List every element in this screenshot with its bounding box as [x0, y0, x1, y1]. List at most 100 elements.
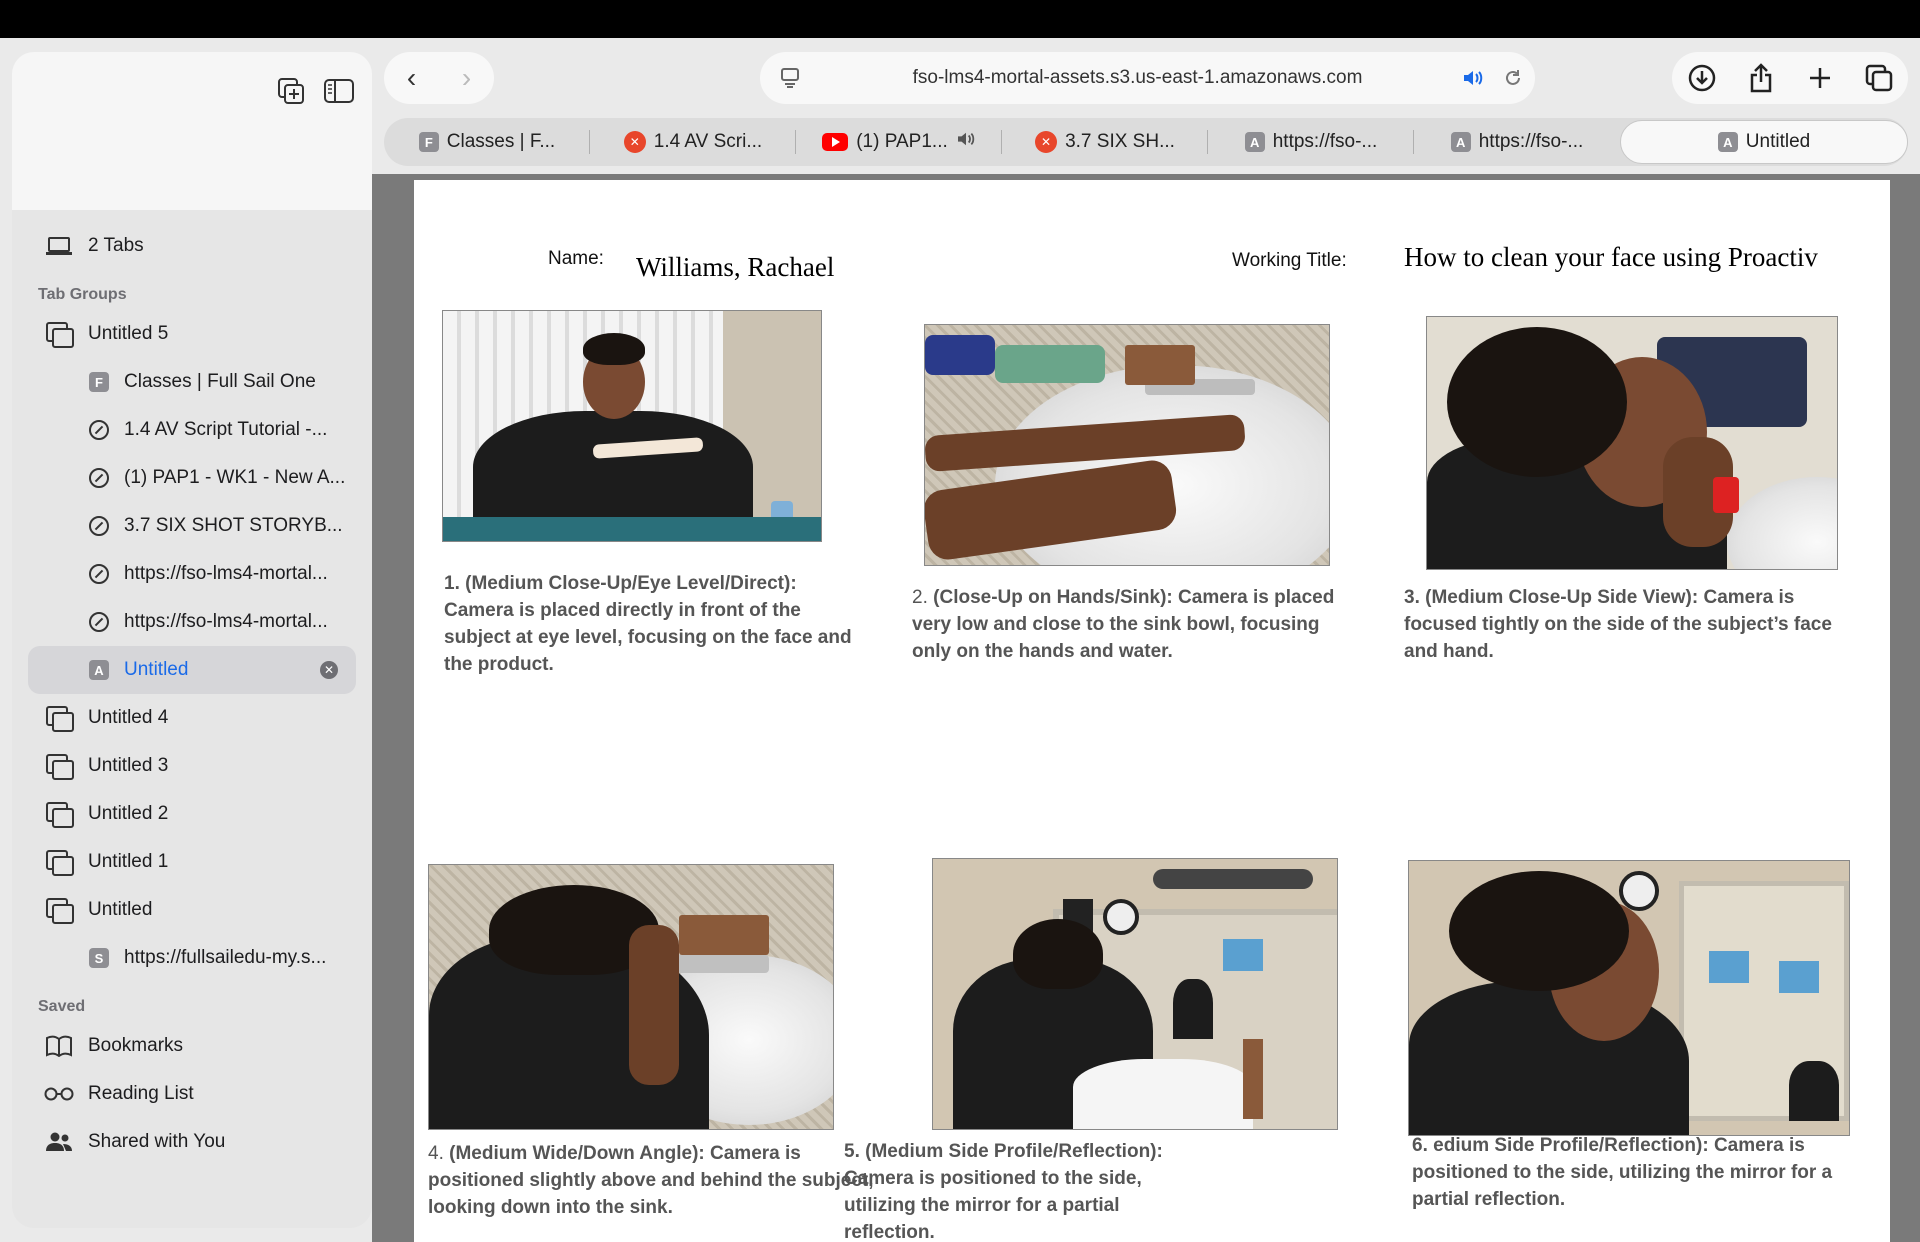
favicon-icon: A: [88, 659, 110, 681]
sidebar-item-label: Classes | Full Sail One: [124, 371, 316, 392]
shot-text: (Medium Close-Up/Eye Level/Direct): Came…: [444, 573, 852, 675]
sidebar-tab-six-shot[interactable]: 3.7 SIX SHOT STORYB...: [28, 502, 356, 550]
tab-untitled-active[interactable]: A Untitled: [1620, 120, 1908, 164]
sidebar-item-label: 1.4 AV Script Tutorial -...: [124, 419, 328, 440]
tab-label: 3.7 SIX SH...: [1065, 131, 1175, 152]
tab-av-script[interactable]: ✕ 1.4 AV Scri...: [590, 118, 796, 166]
sidebar-tab-pap1[interactable]: (1) PAP1 - WK1 - New A...: [28, 454, 356, 502]
sidebar-item-label: 3.7 SIX SHOT STORYB...: [124, 515, 343, 536]
address-bar[interactable]: fso-lms4-mortal-assets.s3.us-east-1.amaz…: [760, 52, 1535, 104]
download-icon[interactable]: [1686, 62, 1718, 94]
speaker-icon[interactable]: [1455, 69, 1491, 87]
shot-text: edium Side Profile/Reflection): Camera i…: [1412, 1135, 1833, 1210]
sidebar-group-untitled-4[interactable]: Untitled 4: [28, 694, 356, 742]
sidebar-header: [12, 52, 372, 210]
shot-text: (Medium Close-Up Side View): Camera is f…: [1404, 587, 1832, 662]
shot-2-image: [924, 324, 1330, 566]
sidebar-group-untitled-1[interactable]: Untitled 1: [28, 838, 356, 886]
shot-number: 2.: [912, 587, 928, 608]
sidebar-item-label: Untitled: [124, 659, 189, 680]
tab-label: Classes | F...: [446, 131, 556, 152]
working-title-label: Working Title:: [1232, 250, 1347, 271]
shot-1-caption: 1. (Medium Close-Up/Eye Level/Direct): C…: [444, 570, 864, 678]
working-title-value: How to clean your face using Proactiv: [1404, 242, 1818, 272]
tab-group-icon: [44, 751, 74, 781]
sidebar-item-label: Untitled 2: [88, 803, 169, 824]
tab-overview-icon[interactable]: [1863, 62, 1895, 94]
favicon-icon: F: [88, 371, 110, 393]
name-label: Name:: [548, 248, 604, 269]
new-tab-group-icon[interactable]: [274, 74, 308, 108]
shot-5-caption: 5. (Medium Side Profile/Reflection): Cam…: [844, 1138, 1174, 1242]
sidebar-tab-fso-1[interactable]: https://fso-lms4-mortal...: [28, 550, 356, 598]
tab-label: (1) PAP1...: [856, 131, 948, 152]
sidebar-tab-av-script[interactable]: 1.4 AV Script Tutorial -...: [28, 406, 356, 454]
sidebar-item-shared-with-you[interactable]: Shared with You: [28, 1118, 356, 1166]
glasses-icon: [44, 1079, 74, 1109]
reload-icon[interactable]: [1491, 68, 1535, 88]
tab-classes[interactable]: F Classes | F...: [384, 118, 590, 166]
tab-bar: F Classes | F... ✕ 1.4 AV Scri... (1) PA…: [384, 118, 1908, 166]
laptop-icon: [44, 231, 74, 261]
shot-4-image: [428, 864, 834, 1130]
sidebar-item-reading-list[interactable]: Reading List: [28, 1070, 356, 1118]
tab-label: Untitled: [1745, 131, 1811, 152]
web-content: Name: Williams, Rachael Working Title: H…: [372, 174, 1920, 1242]
sidebar-item-label: Untitled 4: [88, 707, 169, 728]
shot-2-caption: 2. (Close-Up on Hands/Sink): Camera is p…: [912, 584, 1352, 665]
new-tab-icon[interactable]: [1804, 62, 1836, 94]
tab-label: https://fso-...: [1272, 131, 1378, 152]
shot-number: 6.: [1412, 1135, 1428, 1156]
sidebar: 2 Tabs Tab Groups Untitled 5 F Classes |…: [12, 52, 372, 1228]
sidebar-tab-classes[interactable]: F Classes | Full Sail One: [28, 358, 356, 406]
shot-6-image: [1408, 860, 1850, 1136]
favicon-icon: A: [1244, 132, 1265, 152]
sidebar-tab-fso-2[interactable]: https://fso-lms4-mortal...: [28, 598, 356, 646]
sidebar-item-label: Untitled: [88, 899, 153, 920]
tab-six-shot[interactable]: ✕ 3.7 SIX SH...: [1002, 118, 1208, 166]
tab-youtube-pap1[interactable]: (1) PAP1...: [796, 118, 1002, 166]
section-header-saved: Saved: [38, 998, 86, 1015]
shot-text: (Medium Wide/Down Angle): Camera is posi…: [428, 1143, 874, 1218]
shot-number: 4.: [428, 1143, 444, 1164]
shot-1-image: [442, 310, 822, 542]
shot-text: (Medium Side Profile/Reflection): Camera…: [844, 1141, 1163, 1242]
page-menu-icon[interactable]: [760, 67, 820, 89]
shot-5-image: [932, 858, 1338, 1130]
forward-icon[interactable]: ›: [439, 62, 494, 94]
book-icon: [44, 1031, 74, 1061]
close-icon[interactable]: ✕: [320, 661, 338, 679]
sidebar-item-bookmarks[interactable]: Bookmarks: [28, 1022, 356, 1070]
shot-3-caption: 3. (Medium Close-Up Side View): Camera i…: [1404, 584, 1854, 665]
sidebar-item-tabs[interactable]: 2 Tabs: [28, 222, 356, 270]
back-icon[interactable]: ‹: [384, 62, 439, 94]
shot-text: (Close-Up on Hands/Sink): Camera is plac…: [912, 587, 1335, 662]
sidebar-toggle-icon[interactable]: [322, 74, 356, 108]
shot-3-image: [1426, 316, 1838, 570]
tab-group-icon: [44, 799, 74, 829]
tab-fso-1[interactable]: A https://fso-...: [1208, 118, 1414, 166]
sidebar-group-untitled-2[interactable]: Untitled 2: [28, 790, 356, 838]
sidebar-item-label: https://fso-lms4-mortal...: [124, 611, 328, 632]
compass-icon: [88, 563, 110, 585]
speaker-icon[interactable]: [956, 131, 976, 153]
tab-group-icon: [44, 703, 74, 733]
sidebar-item-label: https://fso-lms4-mortal...: [124, 563, 328, 584]
screen-top-bezel: [0, 0, 1920, 38]
sidebar-group-untitled-5[interactable]: Untitled 5: [28, 310, 356, 358]
sidebar-item-label: Untitled 1: [88, 851, 169, 872]
sidebar-group-untitled[interactable]: Untitled: [28, 886, 356, 934]
sidebar-item-label: Bookmarks: [88, 1035, 184, 1056]
sidebar-group-untitled-3[interactable]: Untitled 3: [28, 742, 356, 790]
sidebar-item-label: https://fullsailedu-my.s...: [124, 947, 327, 968]
navigation-buttons: ‹ ›: [384, 52, 494, 104]
tab-group-icon: [44, 319, 74, 349]
sidebar-item-label: Reading List: [88, 1083, 194, 1104]
sidebar-tab-untitled-active[interactable]: A Untitled ✕: [28, 646, 356, 694]
compass-icon: [88, 611, 110, 633]
compass-icon: [88, 515, 110, 537]
tab-fso-2[interactable]: A https://fso-...: [1414, 118, 1620, 166]
share-icon[interactable]: [1745, 62, 1777, 94]
sidebar-tab-fullsail[interactable]: S https://fullsailedu-my.s...: [28, 934, 356, 982]
shot-number: 1.: [444, 573, 460, 594]
